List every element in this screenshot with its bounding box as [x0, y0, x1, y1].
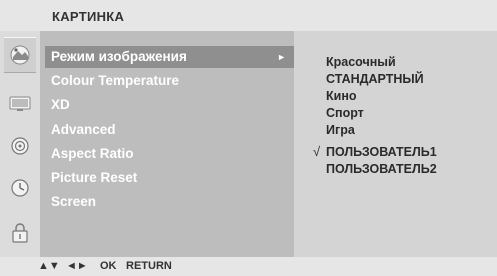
clock-icon — [11, 179, 29, 197]
menu-item-picture-mode[interactable]: Режим изображения ► — [45, 46, 294, 68]
menu-item-label: Colour Temperature — [51, 73, 180, 88]
picture-menu-list: Режим изображения ► Colour Temperature X… — [40, 31, 294, 257]
menu-item-label: Advanced — [51, 122, 116, 137]
lock-icon — [12, 223, 28, 243]
screen-icon — [9, 96, 31, 111]
menu-item-label: XD — [51, 97, 70, 112]
title-bar: КАРТИНКА — [0, 0, 497, 31]
return-hint: RETURN — [126, 260, 172, 272]
menu-item-label: Picture Reset — [51, 170, 138, 185]
picture-mode-option-user1[interactable]: ПОЛЬЗОВАТЕЛЬ1 — [326, 143, 437, 161]
audio-category-tab[interactable] — [4, 129, 36, 163]
up-down-arrows-icon: ▲▼ — [38, 260, 60, 272]
submenu-arrow-icon: ► — [277, 52, 286, 62]
screen-category-tab[interactable] — [4, 87, 36, 121]
menu-item-colour-temperature[interactable]: Colour Temperature — [51, 70, 294, 92]
picture-mode-option-user2[interactable]: ПОЛЬЗОВАТЕЛЬ2 — [326, 160, 437, 178]
menu-item-xd[interactable]: XD — [51, 94, 294, 116]
menu-item-aspect-ratio[interactable]: Aspect Ratio — [51, 143, 294, 165]
picture-icon — [10, 45, 30, 65]
lock-category-tab[interactable] — [4, 216, 36, 250]
picture-category-tab[interactable] — [4, 37, 36, 73]
menu-item-label: Режим изображения — [51, 49, 187, 64]
navigation-hint-bar: ▲▼ ◄► OK RETURN — [0, 257, 497, 276]
menu-title: КАРТИНКА — [52, 9, 125, 24]
left-right-arrows-icon: ◄► — [66, 260, 88, 272]
menu-item-label: Screen — [51, 194, 97, 209]
picture-mode-option-vivid[interactable]: Красочный — [326, 53, 396, 71]
picture-mode-option-cinema[interactable]: Кино — [326, 87, 357, 105]
picture-mode-submenu: Красочный СТАНДАРТНЫЙ Кино Спорт Игра √ … — [294, 31, 497, 257]
menu-item-picture-reset[interactable]: Picture Reset — [51, 167, 294, 189]
time-category-tab[interactable] — [4, 171, 36, 205]
audio-icon — [11, 137, 29, 155]
picture-mode-option-standard[interactable]: СТАНДАРТНЫЙ — [326, 70, 424, 88]
menu-item-screen[interactable]: Screen — [51, 191, 294, 213]
category-icon-column — [0, 31, 40, 257]
check-mark-icon: √ — [313, 144, 321, 159]
picture-mode-option-game[interactable]: Игра — [326, 121, 355, 139]
menu-item-label: Aspect Ratio — [51, 146, 134, 161]
menu-item-advanced[interactable]: Advanced — [51, 119, 294, 141]
ok-hint: OK — [100, 260, 117, 272]
picture-mode-option-sport[interactable]: Спорт — [326, 104, 364, 122]
